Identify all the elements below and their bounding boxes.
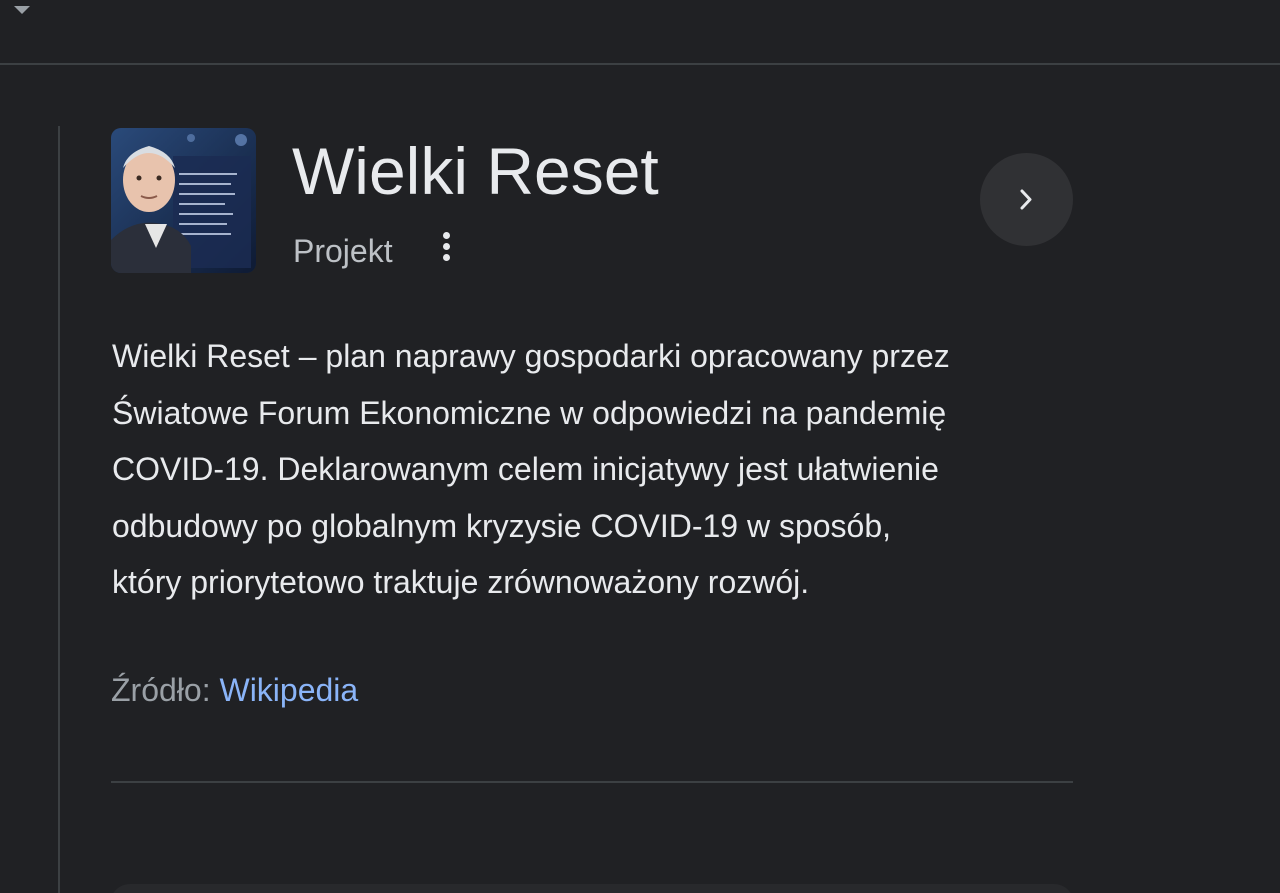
left-rule: [58, 126, 60, 893]
description-line: odbudowy po globalnym kryzysie COVID-19 …: [112, 507, 892, 544]
description-line: który priorytetowo traktuje zrównoważony…: [112, 564, 810, 600]
entity-description: Wielki Reset – plan naprawy gospodarki o…: [112, 328, 1087, 611]
entity-type-label: Projekt: [293, 233, 393, 269]
caret-down-icon[interactable]: [14, 6, 30, 14]
top-divider: [0, 63, 1280, 65]
more-vert-icon: [443, 232, 450, 239]
chevron-right-icon: [1020, 189, 1032, 210]
source-attribution: Źródło: Wikipedia: [111, 670, 358, 710]
knowledge-panel-page: Wielki Reset Projekt Wielki Reset – plan…: [0, 0, 1280, 893]
bottom-divider: [111, 781, 1073, 783]
more-options-button[interactable]: [432, 230, 460, 266]
wikipedia-link[interactable]: Wikipedia: [219, 672, 358, 708]
description-line: Światowe Forum Ekonomiczne w odpowiedzi …: [112, 394, 947, 431]
portrait-image: [111, 128, 256, 273]
description-line: Wielki Reset – plan naprawy gospodarki o…: [112, 338, 950, 374]
next-button[interactable]: [980, 153, 1073, 246]
entity-thumbnail[interactable]: [111, 128, 256, 273]
next-card-edge: [110, 884, 1074, 893]
description-line: COVID-19. Deklarowanym celem inicjatywy …: [112, 451, 939, 487]
entity-title: Wielki Reset: [292, 134, 659, 208]
source-label: Źródło:: [111, 672, 220, 708]
